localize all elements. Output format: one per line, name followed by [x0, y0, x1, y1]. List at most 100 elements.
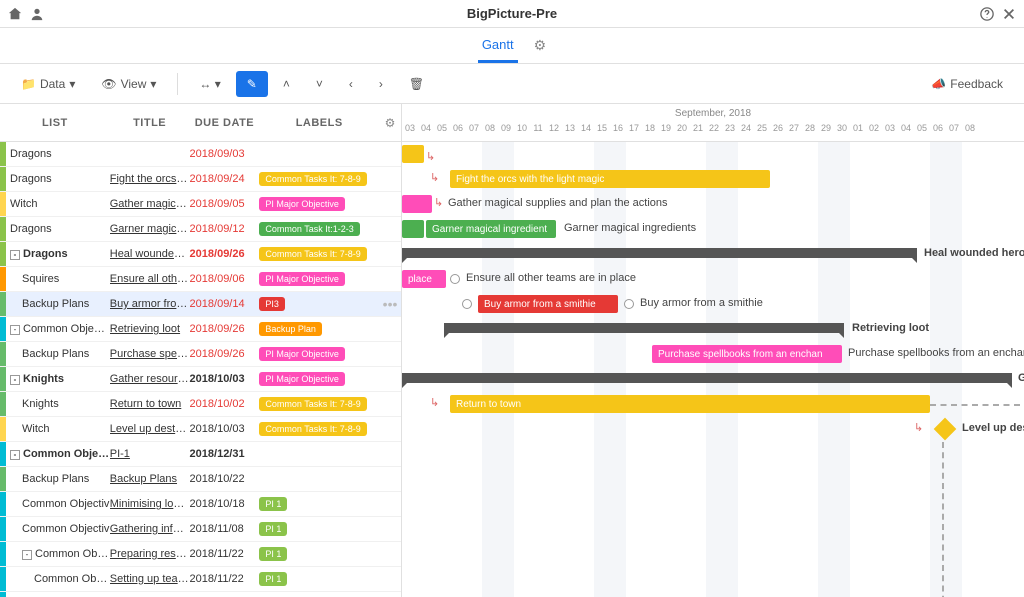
row-title[interactable]: Gather magical sup	[110, 198, 190, 210]
home-icon[interactable]	[8, 7, 22, 21]
feedback-button[interactable]: 📣 Feedback	[920, 71, 1014, 97]
task-row[interactable]: -Common ObjectivRetrieving loot2018/09/2…	[0, 317, 401, 342]
task-row[interactable]: -KnightsGather resources f2018/10/03PI M…	[0, 367, 401, 392]
gantt-pane[interactable]: September, 2018 030405060708091011121314…	[402, 104, 1024, 597]
day-cell: 26	[770, 123, 786, 141]
row-title[interactable]: Retrieving loot	[110, 323, 190, 335]
row-title[interactable]: Garner magical ing	[110, 223, 190, 235]
task-circle-icon[interactable]	[450, 274, 460, 284]
fit-button[interactable]: ↔ ▾	[188, 71, 231, 97]
label-pill[interactable]: PI 1	[259, 572, 287, 586]
row-title[interactable]: Preparing resource	[110, 548, 190, 560]
task-row[interactable]: WitchLevel up destructio2018/10/03Common…	[0, 417, 401, 442]
task-row[interactable]: Common ObjectivMinimising losses2018/10/…	[0, 492, 401, 517]
prev-button[interactable]: ‹	[338, 71, 364, 97]
label-pill[interactable]: PI 1	[259, 522, 287, 536]
task-row[interactable]: Backup PlansBackup Plans2018/10/22	[0, 467, 401, 492]
gantt-bar[interactable]: Garner magical ingredient	[426, 220, 556, 238]
row-title[interactable]: Buy armor from a s	[110, 298, 190, 310]
gantt-bar[interactable]: place	[402, 270, 446, 288]
row-title[interactable]: Ensure all other te	[110, 273, 190, 285]
summary-bar[interactable]	[444, 323, 844, 333]
label-pill[interactable]: PI Major Objective	[259, 197, 345, 211]
expand-icon[interactable]: -	[10, 250, 20, 260]
label-pill[interactable]: PI Major Objective	[259, 272, 345, 286]
gantt-bar[interactable]: Return to town	[450, 395, 930, 413]
task-row[interactable]: DragonsFight the orcs with2018/09/24Comm…	[0, 167, 401, 192]
summary-bar[interactable]	[402, 373, 1012, 383]
row-title[interactable]: Fight the orcs with	[110, 173, 190, 185]
task-row[interactable]: Common ObjectivGathering informati2018/1…	[0, 517, 401, 542]
task-row[interactable]: Common ObjectivAssembling a party2018/12…	[0, 592, 401, 597]
row-title[interactable]: Setting up teams	[110, 573, 190, 585]
task-row[interactable]: Dragons2018/09/03	[0, 142, 401, 167]
gantt-bar[interactable]: Purchase spellbooks from an enchan	[652, 345, 842, 363]
col-due[interactable]: DUE DATE	[190, 117, 260, 129]
label-pill[interactable]: PI Major Objective	[259, 347, 345, 361]
label-pill[interactable]: PI 1	[259, 497, 287, 511]
col-title[interactable]: TITLE	[110, 117, 190, 129]
label-pill[interactable]: Common Tasks It: 7-8-9	[259, 397, 366, 411]
up-button[interactable]: ˄	[272, 71, 301, 97]
row-list: -Dragons	[6, 248, 110, 260]
view-dropdown[interactable]: 👁 View ▾	[90, 71, 167, 97]
expand-icon[interactable]: -	[10, 325, 20, 335]
row-title[interactable]: Backup Plans	[110, 473, 190, 485]
milestone-icon[interactable]	[934, 418, 957, 441]
row-due: 2018/11/08	[190, 523, 260, 535]
gantt-bar[interactable]	[402, 195, 432, 213]
row-title[interactable]: PI-1	[110, 448, 190, 460]
label-pill[interactable]: PI Major Objective	[259, 372, 345, 386]
data-dropdown[interactable]: 📁 Data ▾	[10, 71, 86, 97]
row-title[interactable]: Return to town	[110, 398, 190, 410]
expand-icon[interactable]: -	[10, 375, 20, 385]
day-cell: 21	[690, 123, 706, 141]
task-row[interactable]: Backup PlansPurchase spellboo2018/09/26P…	[0, 342, 401, 367]
label-pill[interactable]: Common Task It:1-2-3	[259, 222, 359, 236]
task-row[interactable]: KnightsReturn to town2018/10/02Common Ta…	[0, 392, 401, 417]
label-pill[interactable]: PI3	[259, 297, 285, 311]
gantt-row	[402, 442, 1024, 467]
row-title[interactable]: Gather resources f	[110, 373, 190, 385]
help-icon[interactable]	[980, 7, 994, 21]
down-button[interactable]: ˅	[305, 71, 334, 97]
columns-settings-icon[interactable]: ⚙	[379, 116, 401, 130]
row-title[interactable]: Purchase spellboo	[110, 348, 190, 360]
summary-bar[interactable]	[402, 248, 917, 258]
label-pill[interactable]: Backup Plan	[259, 322, 322, 336]
expand-icon[interactable]: -	[22, 550, 32, 560]
label-pill[interactable]: Common Tasks It: 7-8-9	[259, 172, 366, 186]
settings-icon[interactable]: ⚙	[534, 37, 547, 54]
close-icon[interactable]	[1002, 7, 1016, 21]
delete-button[interactable]: 🗑	[398, 71, 435, 97]
expand-icon[interactable]: -	[10, 450, 20, 460]
col-labels[interactable]: LABELS	[259, 117, 379, 129]
task-row[interactable]: DragonsGarner magical ing2018/09/12Commo…	[0, 217, 401, 242]
gantt-bar[interactable]	[402, 145, 424, 163]
gantt-bar[interactable]: Buy armor from a smithie	[478, 295, 618, 313]
task-row[interactable]: -Common ObjectivePI-12018/12/31	[0, 442, 401, 467]
gantt-bar[interactable]	[402, 220, 424, 238]
col-list[interactable]: LIST	[0, 117, 110, 129]
tab-gantt[interactable]: Gantt	[478, 29, 518, 63]
user-icon[interactable]	[30, 7, 44, 21]
label-pill[interactable]: PI 1	[259, 547, 287, 561]
more-icon[interactable]: •••	[379, 296, 401, 312]
task-row[interactable]: Common ObjecSetting up teams2018/11/22PI…	[0, 567, 401, 592]
row-title[interactable]: Heal wounded hero	[110, 248, 190, 260]
label-pill[interactable]: Common Tasks It: 7-8-9	[259, 422, 366, 436]
task-row[interactable]: -DragonsHeal wounded hero2018/09/26Commo…	[0, 242, 401, 267]
edit-button[interactable]: ✎	[236, 71, 268, 97]
task-row[interactable]: Backup PlansBuy armor from a s2018/09/14…	[0, 292, 401, 317]
task-row[interactable]: -Common ObjectivPreparing resource2018/1…	[0, 542, 401, 567]
label-pill[interactable]: Common Tasks It: 7-8-9	[259, 247, 366, 261]
row-title[interactable]: Gathering informati	[110, 523, 190, 535]
next-button[interactable]: ›	[368, 71, 394, 97]
gantt-bar[interactable]: Fight the orcs with the light magic	[450, 170, 770, 188]
task-row[interactable]: SquiresEnsure all other te2018/09/06PI M…	[0, 267, 401, 292]
row-title[interactable]: Level up destructio	[110, 423, 190, 435]
task-circle-icon[interactable]	[462, 299, 472, 309]
task-circle-icon[interactable]	[624, 299, 634, 309]
task-row[interactable]: WitchGather magical sup2018/09/05PI Majo…	[0, 192, 401, 217]
row-title[interactable]: Minimising losses	[110, 498, 190, 510]
